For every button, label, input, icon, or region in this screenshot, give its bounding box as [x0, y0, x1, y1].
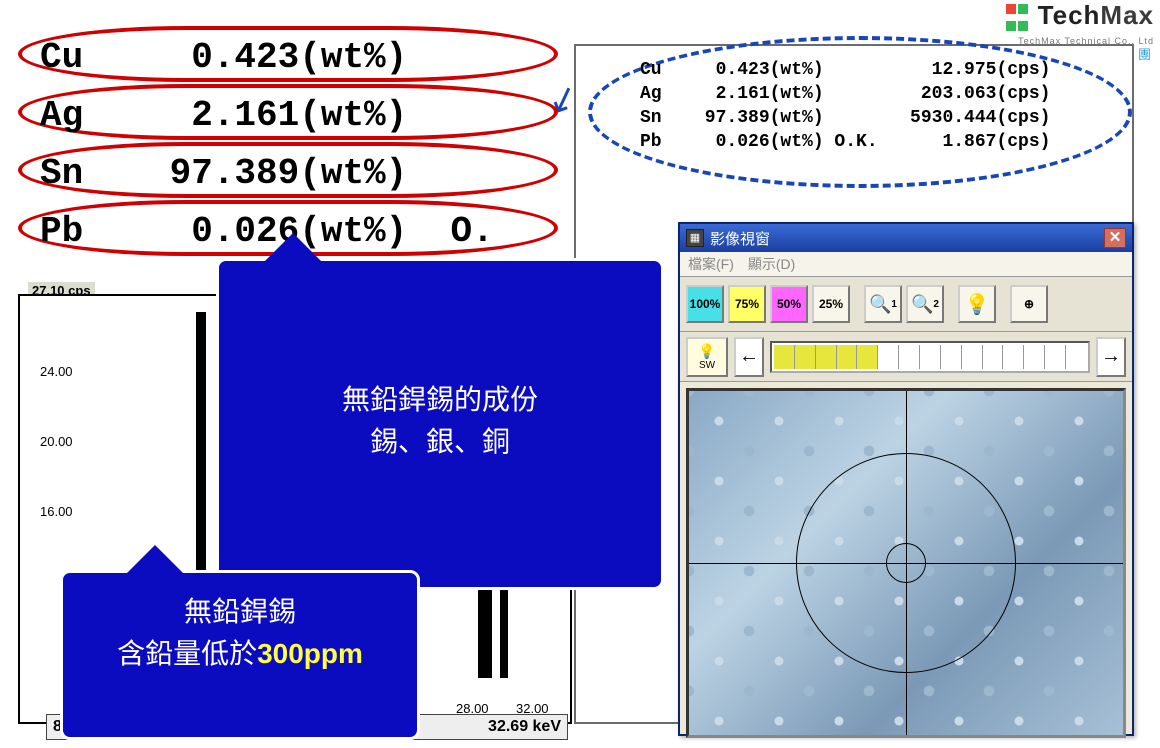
slider-segment[interactable] [795, 345, 816, 369]
slider-segment[interactable] [857, 345, 878, 369]
callout-composition: 無鉛銲錫的成份 錫、銀、銅 [216, 258, 664, 590]
slider-segment[interactable] [920, 345, 941, 369]
slider-segment[interactable] [899, 345, 920, 369]
light-button[interactable]: 💡 [958, 285, 996, 323]
image-window: ▦ 影像視窗 ✕ 檔案(F) 顯示(D) 100% 75% 50% 25% 🔍1… [678, 222, 1134, 736]
bulb-icon: 💡 [965, 292, 990, 317]
callout-pb-limit: 無鉛銲錫 含鉛量低於300ppm [60, 570, 420, 740]
slider-segment[interactable] [878, 345, 899, 369]
brightness-slider[interactable] [770, 341, 1090, 373]
slider-segment[interactable] [962, 345, 983, 369]
spectrum-peak [500, 576, 508, 678]
menu-bar: 檔案(F) 顯示(D) [680, 252, 1132, 276]
target-circle-inner [886, 543, 926, 583]
zoom-50-button[interactable]: 50% [770, 285, 808, 323]
zoom-25-button[interactable]: 25% [812, 285, 850, 323]
zoom-100-button[interactable]: 100% [686, 285, 724, 323]
close-button[interactable]: ✕ [1104, 228, 1126, 248]
slider-segment[interactable] [1024, 345, 1045, 369]
crosshair-icon: ⊕ [1024, 297, 1034, 311]
digitize-1-button[interactable]: 🔍1 [864, 285, 902, 323]
element-summary-highlight: Cu 0.423(wt%) 12.975(cps) Ag 2.161(wt%) … [588, 36, 1132, 188]
titlebar[interactable]: ▦ 影像視窗 ✕ [680, 224, 1132, 252]
menu-file[interactable]: 檔案(F) [688, 254, 734, 274]
digitize-2-button[interactable]: 🔍2 [906, 285, 944, 323]
slider-prev-button[interactable]: ← [734, 337, 764, 377]
toolbar: 100% 75% 50% 25% 🔍1 🔍2 💡 ⊕ [680, 276, 1132, 332]
sample-image-view[interactable] [686, 388, 1126, 738]
element-summary-table: Cu 0.423(wt%) 12.975(cps) Ag 2.161(wt%) … [640, 58, 1050, 154]
app-icon: ▦ [686, 229, 704, 247]
menu-view[interactable]: 顯示(D) [748, 254, 795, 274]
kev-right: 32.69 keV [488, 718, 561, 736]
magnifier-icon: 🔍 [869, 294, 891, 315]
slider-segment[interactable] [1003, 345, 1024, 369]
slider-segment[interactable] [816, 345, 837, 369]
slider-segment[interactable] [1045, 345, 1066, 369]
slider-segment[interactable] [1066, 345, 1086, 369]
window-title: 影像視窗 [710, 228, 770, 249]
element-row-cu: Cu 0.423(wt%) [18, 26, 558, 82]
element-row-sn: Sn 97.389(wt%) [18, 142, 558, 198]
slider-segment[interactable] [983, 345, 1004, 369]
zoom-75-button[interactable]: 75% [728, 285, 766, 323]
crosshair-button[interactable]: ⊕ [1010, 285, 1048, 323]
magnifier-icon: 🔍 [911, 294, 933, 315]
sw-button[interactable]: 💡SW [686, 337, 728, 377]
brightness-slider-row: 💡SW ← → [680, 332, 1132, 382]
slider-segment[interactable] [837, 345, 858, 369]
slider-segment[interactable] [774, 345, 795, 369]
slider-next-button[interactable]: → [1096, 337, 1126, 377]
slider-segment[interactable] [941, 345, 962, 369]
element-row-ag: Ag 2.161(wt%) [18, 84, 558, 140]
